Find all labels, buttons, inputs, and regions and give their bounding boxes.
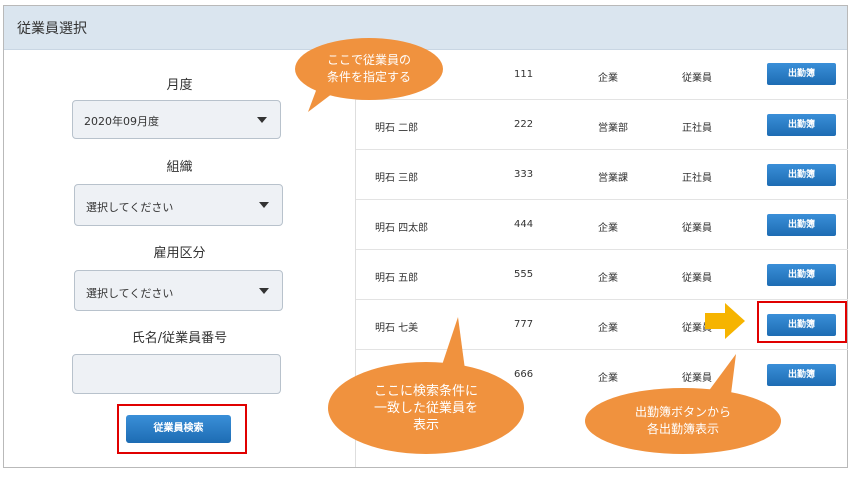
employee-org: 企業: [598, 323, 618, 334]
callout-text: 出勤簿ボタンから: [634, 405, 731, 419]
employee-number: 444: [514, 219, 534, 230]
callout-text: 一致した従業員を: [373, 400, 478, 416]
employee-name: 明石 五郎: [375, 273, 419, 284]
employee-name: 明石 二郎: [375, 123, 419, 134]
employee-type: 従業員: [682, 223, 712, 234]
attendance-button[interactable]: 出勤簿: [767, 214, 836, 236]
callout-text: 表示: [412, 417, 439, 433]
search-button-highlight: [117, 404, 247, 454]
employment-type-select[interactable]: 選択してください: [74, 270, 283, 311]
employee-org: 企業: [598, 273, 618, 284]
results-callout: ここに検索条件に 一致した従業員を 表示: [328, 362, 524, 454]
table-row: 明石 三郎 333 営業課 正社員 出勤簿: [356, 150, 848, 200]
attendance-button[interactable]: 出勤簿: [767, 164, 836, 186]
employee-number: 555: [514, 269, 534, 280]
attendance-button[interactable]: 出勤簿: [767, 364, 836, 386]
employee-number: 111: [514, 69, 534, 80]
chevron-down-icon: [259, 202, 269, 208]
callout-text: ここに検索条件に: [373, 383, 478, 399]
employee-type: 従業員: [682, 73, 712, 84]
filter-callout: ここで従業員の 条件を指定する: [295, 38, 443, 100]
employee-org: 営業部: [598, 123, 628, 134]
attendance-button-highlight: [757, 301, 847, 343]
table-row: 明石 四太郎 444 企業 従業員 出勤簿: [356, 200, 848, 250]
employee-number: 333: [514, 169, 534, 180]
callout-text: 条件を指定する: [326, 70, 411, 84]
chevron-down-icon: [257, 117, 267, 123]
employee-name: 明石 三郎: [375, 173, 419, 184]
attendance-button[interactable]: 出勤簿: [767, 114, 836, 136]
employee-number: 777: [514, 319, 534, 330]
attendance-button[interactable]: 出勤簿: [767, 63, 836, 85]
page-title: 従業員選択: [17, 21, 87, 37]
name-number-input[interactable]: [72, 354, 281, 394]
org-select-value: 選択してください: [86, 201, 174, 214]
month-select-value: 2020年09月度: [84, 115, 159, 128]
employee-org: 企業: [598, 223, 618, 234]
employee-type: 正社員: [682, 173, 712, 184]
org-select[interactable]: 選択してください: [74, 184, 283, 226]
chevron-down-icon: [259, 288, 269, 294]
employee-number: 222: [514, 119, 534, 130]
employment-type-label: 雇用区分: [153, 246, 206, 261]
table-row: 明石 五郎 555 企業 従業員 出勤簿: [356, 250, 848, 300]
attendance-callout: 出勤簿ボタンから 各出勤簿表示: [585, 388, 781, 454]
employee-name: 明石 四太郎: [375, 223, 429, 234]
employee-org: 営業課: [598, 173, 628, 184]
employee-org: 企業: [598, 73, 618, 84]
employee-org: 企業: [598, 373, 618, 384]
org-label: 組織: [166, 160, 193, 175]
employment-type-select-value: 選択してください: [86, 287, 174, 300]
table-row: 明石 二郎 222 営業部 正社員 出勤簿: [356, 100, 848, 150]
arrow-right-icon: [705, 303, 745, 339]
name-number-label: 氏名/従業員番号: [131, 331, 228, 346]
page-header: 従業員選択: [4, 6, 847, 50]
employee-type: 従業員: [682, 273, 712, 284]
employee-number: 666: [514, 369, 534, 380]
callout-text: 各出勤簿表示: [646, 422, 719, 436]
month-select[interactable]: 2020年09月度: [72, 100, 281, 139]
attendance-button[interactable]: 出勤簿: [767, 264, 836, 286]
employee-type: 正社員: [682, 123, 712, 134]
callout-text: ここで従業員の: [326, 53, 411, 67]
